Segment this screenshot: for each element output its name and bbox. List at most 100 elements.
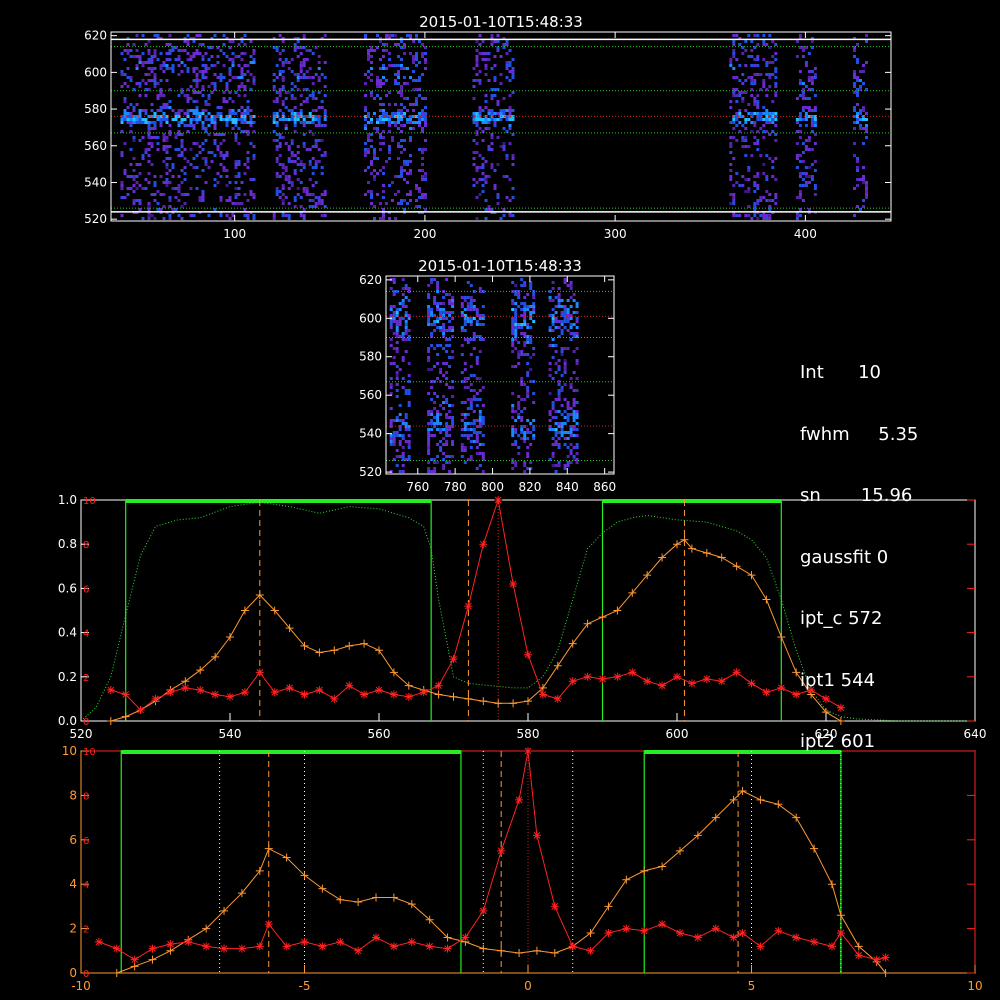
heatmap-pixel bbox=[389, 392, 393, 395]
heatmap-pixel bbox=[311, 82, 315, 85]
heatmap-pixel bbox=[150, 142, 154, 145]
heatmap-pixel bbox=[554, 311, 558, 314]
heatmap-pixel bbox=[367, 139, 370, 142]
heatmap-pixel bbox=[514, 461, 518, 464]
heatmap-pixel bbox=[177, 64, 181, 67]
heatmap-pixel bbox=[481, 166, 485, 169]
heatmap-pixel bbox=[445, 317, 449, 320]
heatmap-pixel bbox=[566, 413, 570, 416]
heatmap-pixel bbox=[123, 82, 127, 85]
data-point bbox=[240, 688, 249, 697]
heatmap-pixel bbox=[237, 118, 241, 121]
heatmap-pixel bbox=[311, 145, 315, 148]
heatmap-pixel bbox=[406, 172, 409, 175]
heatmap-pixel bbox=[753, 142, 757, 145]
data-point bbox=[220, 944, 229, 953]
heatmap-pixel bbox=[165, 178, 169, 181]
heatmap-pixel bbox=[287, 202, 291, 205]
heatmap-pixel bbox=[469, 338, 473, 341]
heatmap-pixel bbox=[401, 299, 405, 302]
heatmap-pixel bbox=[520, 428, 524, 431]
heatmap-pixel bbox=[177, 184, 181, 187]
heatmap-pixel bbox=[165, 136, 169, 139]
heatmap-pixel bbox=[395, 332, 399, 335]
heatmap-pixel bbox=[747, 76, 751, 79]
heatmap-pixel bbox=[392, 293, 396, 296]
heatmap-pixel bbox=[768, 76, 772, 79]
heatmap-pixel bbox=[801, 178, 805, 181]
heatmap-pixel bbox=[865, 61, 868, 64]
heatmap-pixel bbox=[281, 184, 285, 187]
data-point bbox=[443, 944, 452, 953]
heatmap-pixel bbox=[560, 320, 564, 323]
heatmap-pixel bbox=[765, 121, 769, 124]
heatmap-pixel bbox=[311, 121, 315, 124]
heatmap-pixel bbox=[768, 133, 772, 136]
data-point bbox=[237, 944, 246, 953]
heatmap-pixel bbox=[487, 52, 491, 55]
heatmap-pixel bbox=[511, 431, 515, 434]
heatmap-pixel bbox=[421, 43, 424, 46]
heatmap-pixel bbox=[228, 109, 232, 112]
heatmap-pixel bbox=[183, 118, 187, 121]
heatmap-pixel bbox=[481, 118, 485, 121]
heatmap-pixel bbox=[557, 359, 561, 362]
heatmap-pixel bbox=[418, 205, 421, 208]
data-point bbox=[354, 946, 363, 955]
heatmap-pixel bbox=[496, 34, 500, 37]
heatmap-pixel bbox=[379, 169, 382, 172]
heatmap-pixel bbox=[475, 446, 479, 449]
heatmap-pixel bbox=[323, 124, 327, 127]
data-point bbox=[151, 694, 160, 703]
heatmap-pixel bbox=[165, 181, 169, 184]
heatmap-pixel bbox=[475, 64, 479, 67]
heatmap-pixel bbox=[765, 73, 769, 76]
heatmap-pixel bbox=[275, 91, 279, 94]
plot-2-xtick-label: 520 bbox=[70, 727, 93, 741]
heatmap-pixel bbox=[174, 118, 178, 121]
heatmap-pixel bbox=[389, 377, 393, 380]
heatmap-pixel bbox=[807, 52, 811, 55]
heatmap-pixel bbox=[768, 34, 772, 37]
heatmap-pixel bbox=[281, 187, 285, 190]
heatmap-pixel bbox=[401, 338, 405, 341]
heatmap-pixel bbox=[520, 419, 524, 422]
heatmap-pixel bbox=[427, 413, 431, 416]
heatmap-pixel bbox=[177, 58, 181, 61]
heatmap-pixel bbox=[463, 401, 467, 404]
heatmap-pixel bbox=[424, 67, 427, 70]
heatmap-pixel bbox=[126, 49, 130, 52]
heatmap-pixel bbox=[135, 67, 139, 70]
heatmap-pixel bbox=[237, 127, 241, 130]
plot-3-series-1 bbox=[98, 750, 886, 961]
plot-3-series-1-markers bbox=[94, 747, 890, 964]
heatmap-1-xtick-label: 800 bbox=[481, 480, 504, 494]
heatmap-pixel bbox=[496, 40, 500, 43]
heatmap-pixel bbox=[526, 431, 530, 434]
heatmap-pixel bbox=[430, 386, 434, 389]
heatmap-pixel bbox=[403, 67, 406, 70]
heatmap-pixel bbox=[171, 163, 175, 166]
data-point bbox=[640, 866, 649, 875]
heatmap-pixel bbox=[317, 91, 321, 94]
plot-2-ytick-label: 0.0 bbox=[58, 714, 77, 728]
heatmap-pixel bbox=[189, 97, 193, 100]
heatmap-pixel bbox=[478, 109, 482, 112]
heatmap-pixel bbox=[463, 296, 467, 299]
data-point bbox=[404, 692, 413, 701]
heatmap-pixel bbox=[433, 302, 437, 305]
heatmap-pixel bbox=[120, 154, 124, 157]
heatmap-pixel bbox=[744, 154, 748, 157]
heatmap-pixel bbox=[293, 49, 297, 52]
heatmap-pixel bbox=[804, 85, 808, 88]
heatmap-pixel bbox=[557, 296, 561, 299]
heatmap-pixel bbox=[523, 284, 527, 287]
heatmap-pixel bbox=[801, 91, 805, 94]
heatmap-pixel bbox=[762, 82, 766, 85]
data-point bbox=[330, 646, 339, 655]
heatmap-pixel bbox=[448, 293, 452, 296]
heatmap-pixel bbox=[505, 196, 509, 199]
heatmap-pixel bbox=[317, 160, 321, 163]
heatmap-pixel bbox=[557, 398, 561, 401]
heatmap-pixel bbox=[147, 172, 151, 175]
